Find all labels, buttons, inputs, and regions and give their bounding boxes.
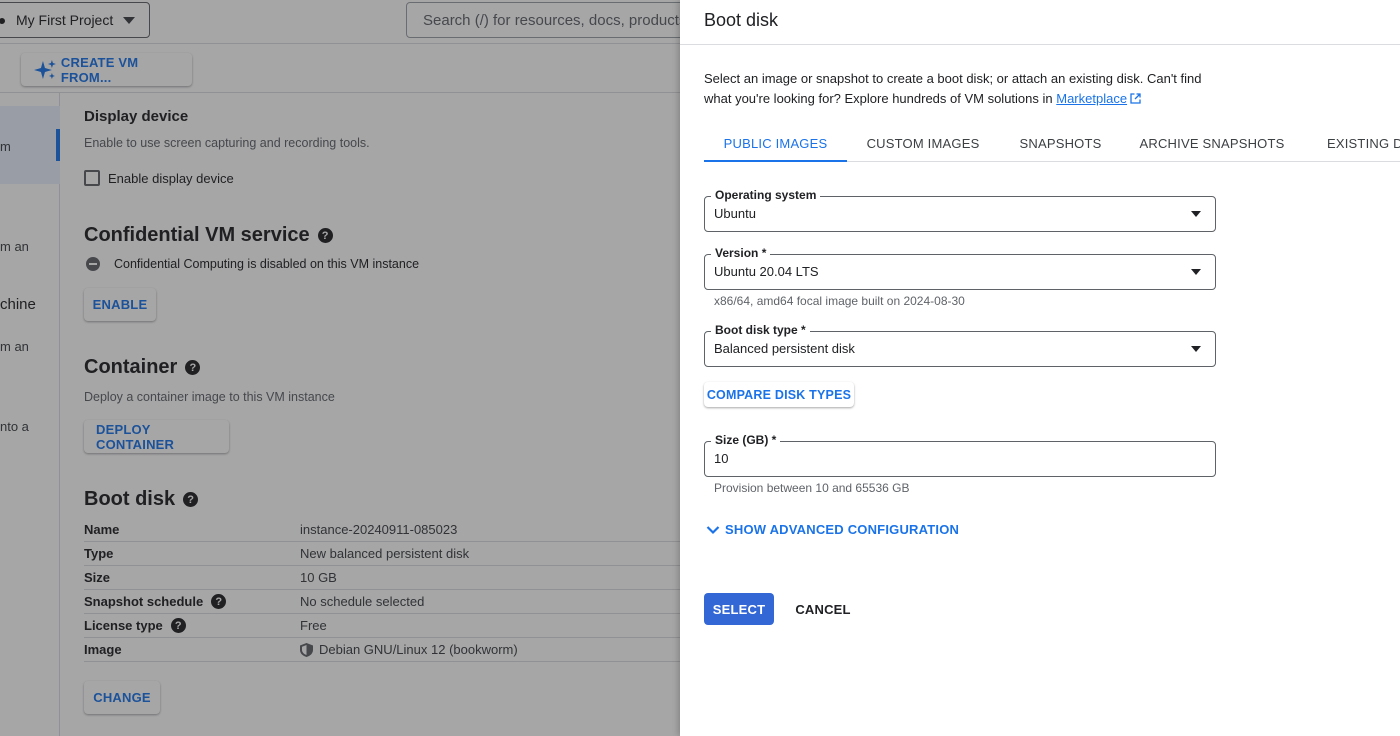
caret-down-icon — [1191, 269, 1201, 275]
operating-system-value: Ubuntu — [714, 206, 756, 221]
size-value: 10 — [714, 451, 729, 466]
tab-custom-images[interactable]: CUSTOM IMAGES — [847, 125, 999, 161]
operating-system-select[interactable]: Operating system Ubuntu — [704, 188, 1216, 232]
size-input[interactable]: Size (GB) * 10 — [704, 433, 1216, 477]
show-advanced-label: SHOW ADVANCED CONFIGURATION — [725, 522, 960, 537]
cancel-button[interactable]: CANCEL — [788, 593, 858, 625]
operating-system-label: Operating system — [711, 188, 821, 202]
version-select[interactable]: Version * Ubuntu 20.04 LTS — [704, 246, 1216, 290]
version-label: Version * — [711, 246, 771, 260]
version-hint: x86/64, amd64 focal image built on 2024-… — [714, 294, 965, 308]
show-advanced-configuration[interactable]: SHOW ADVANCED CONFIGURATION — [706, 522, 959, 537]
panel-header: Boot disk — [680, 0, 1400, 45]
tab-public-images[interactable]: PUBLIC IMAGES — [704, 125, 847, 162]
size-hint: Provision between 10 and 65536 GB — [714, 481, 910, 495]
caret-down-icon — [1191, 211, 1201, 217]
boot-disk-type-select[interactable]: Boot disk type * Balanced persistent dis… — [704, 323, 1216, 367]
tab-existing-disk[interactable]: EXISTING DI — [1302, 125, 1400, 161]
panel-description: Select an image or snapshot to create a … — [704, 69, 1224, 109]
marketplace-link-text: Marketplace — [1056, 91, 1128, 106]
panel-title: Boot disk — [704, 10, 779, 30]
boot-disk-type-label: Boot disk type * — [711, 323, 810, 337]
version-value: Ubuntu 20.04 LTS — [714, 264, 819, 279]
size-label: Size (GB) * — [711, 433, 781, 447]
tab-snapshots[interactable]: SNAPSHOTS — [999, 125, 1122, 161]
caret-down-icon — [1191, 346, 1201, 352]
compare-disk-types-button[interactable]: COMPARE DISK TYPES — [704, 382, 854, 407]
boot-disk-type-value: Balanced persistent disk — [714, 341, 855, 356]
marketplace-link[interactable]: Marketplace — [1056, 91, 1141, 106]
tab-archive-snapshots[interactable]: ARCHIVE SNAPSHOTS — [1122, 125, 1302, 161]
image-source-tabs: PUBLIC IMAGES CUSTOM IMAGES SNAPSHOTS AR… — [704, 125, 1400, 162]
chevron-down-icon — [706, 525, 720, 534]
modal-scrim[interactable] — [0, 0, 680, 736]
external-link-icon — [1130, 93, 1141, 104]
select-button[interactable]: SELECT — [704, 593, 774, 625]
boot-disk-panel: Boot disk Select an image or snapshot to… — [680, 0, 1400, 736]
